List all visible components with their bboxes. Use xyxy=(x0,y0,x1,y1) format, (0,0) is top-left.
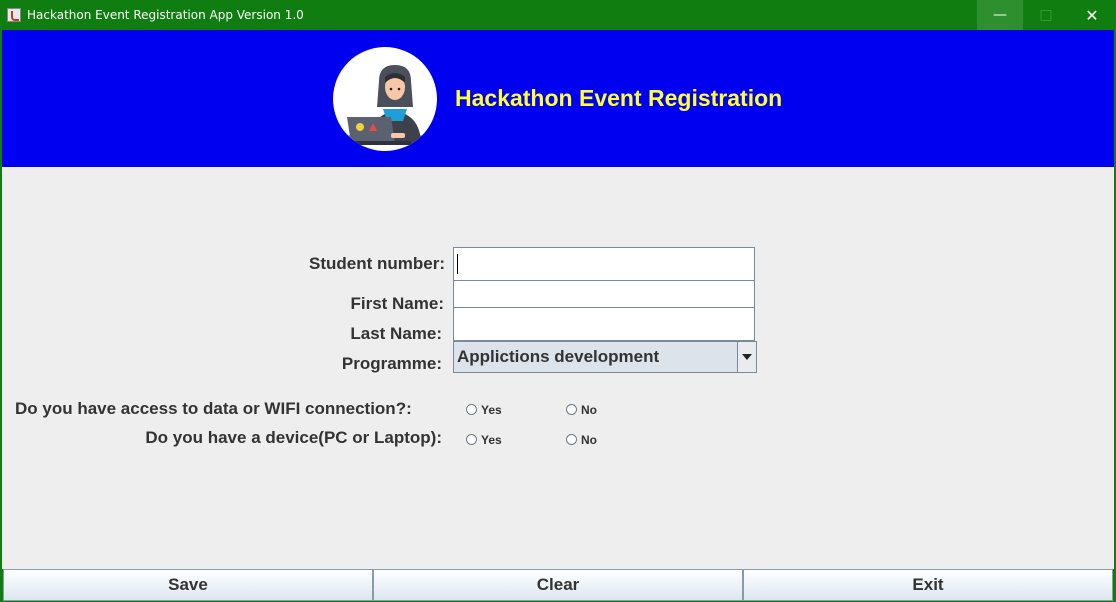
programme-dropdown[interactable]: Applictions development xyxy=(453,341,757,373)
java-app-icon xyxy=(7,8,21,22)
wifi-no-radio[interactable]: No xyxy=(566,402,597,417)
minimize-button[interactable]: — xyxy=(977,0,1023,31)
last-name-input[interactable] xyxy=(453,307,755,341)
text-caret xyxy=(457,254,458,274)
radio-circle-icon xyxy=(566,434,577,446)
hacker-avatar-icon xyxy=(333,47,437,151)
wifi-yes-radio[interactable]: Yes xyxy=(466,402,502,417)
window-title: Hackathon Event Registration App Version… xyxy=(27,8,304,22)
close-button[interactable]: ✕ xyxy=(1069,0,1115,31)
exit-button[interactable]: Exit xyxy=(743,569,1113,601)
radio-circle-icon xyxy=(566,404,577,416)
wifi-question-label: Do you have access to data or WIFI conne… xyxy=(15,399,412,418)
student-number-input[interactable] xyxy=(453,247,755,281)
student-number-label: Student number: xyxy=(309,254,445,273)
radio-circle-icon xyxy=(466,434,477,446)
banner-title: Hackathon Event Registration xyxy=(455,85,783,111)
chevron-down-icon[interactable] xyxy=(737,342,756,372)
device-no-radio[interactable]: No xyxy=(566,432,597,447)
title-bar: Hackathon Event Registration App Version… xyxy=(0,0,1116,31)
radio-circle-icon xyxy=(466,404,477,416)
first-name-label: First Name: xyxy=(350,294,444,313)
programme-selected-value: Applictions development xyxy=(457,347,660,366)
device-question-label: Do you have a device(PC or Laptop): xyxy=(145,428,442,447)
maximize-button[interactable]: □ xyxy=(1023,0,1069,31)
registration-form: Student number: First Name: Last Name: P… xyxy=(2,167,1114,569)
app-window: Hackathon Event Registration App Version… xyxy=(0,0,1116,602)
last-name-label: Last Name: xyxy=(350,324,442,343)
programme-label: Programme: xyxy=(341,354,442,373)
save-button[interactable]: Save xyxy=(3,569,373,601)
clear-button[interactable]: Clear xyxy=(373,569,743,601)
header-banner: Hackathon Event Registration xyxy=(2,30,1114,167)
first-name-input[interactable] xyxy=(453,280,755,308)
device-yes-radio[interactable]: Yes xyxy=(466,432,502,447)
